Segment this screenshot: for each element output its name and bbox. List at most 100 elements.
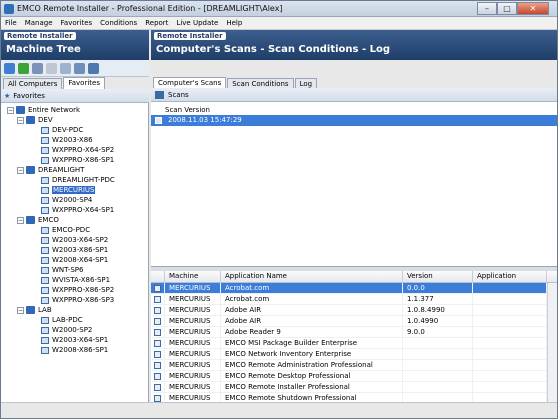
scan-row[interactable]: 2008.11.03 15:47:29 [151,115,557,126]
table-row[interactable]: MERCURIUS Adobe Reader 9 9.0.0 [151,327,557,338]
menu-help[interactable]: Help [222,19,246,27]
tree-item[interactable]: WXPPRO-X86-SP3 [41,295,114,305]
table-row[interactable]: MERCURIUS EMCO Remote Administration Prof… [151,360,557,371]
computer-icon [41,176,49,184]
machine-tree[interactable]: − Entire Network − DEV DEV-PDC W2003-X86 WXPPR… [1,103,149,402]
table-cell [473,316,547,327]
tree-item[interactable]: WXPPRO-X64-SP1 [41,205,114,215]
tree-group[interactable]: − DEV [17,115,53,125]
collapse-icon[interactable]: − [17,306,24,314]
column-application-comment[interactable]: Application Comment [473,271,547,291]
tree-node-label: W2008-X64-SP1 [52,256,109,264]
table-cell [403,382,473,393]
tree-item[interactable]: WXPPRO-X86-SP1 [41,155,114,165]
table-cell [473,294,547,305]
tree-item[interactable]: EMCO-PDC [41,225,90,235]
tree-item[interactable]: W2003-X64-SP1 [41,335,108,345]
tree-item[interactable]: W2003-X86-SP1 [41,245,108,255]
tree-root-entire-network[interactable]: − Entire Network [7,105,80,115]
tree-item[interactable]: DEV-PDC [41,125,83,135]
maximize-button[interactable]: □ [497,2,517,15]
tree-item[interactable]: WNT-SP6 [41,265,83,275]
app-window: EMCO Remote Installer - Professional Edi… [0,0,558,419]
import-icon[interactable] [60,62,71,74]
table-header: Machine Name Application Name Version Ap… [151,271,557,291]
menu-file[interactable]: File [1,19,21,27]
collapse-icon[interactable]: − [17,116,24,124]
tree-group[interactable]: − EMCO [17,215,59,225]
menu-live-update[interactable]: Live Update [172,19,222,27]
collapse-icon[interactable]: − [17,166,24,174]
app-icon [4,3,14,14]
add-icon[interactable] [4,62,15,74]
computer-icon [41,146,49,154]
tab-favorites[interactable]: Favorites [63,77,105,89]
tree-item[interactable]: DREAMLIGHT-PDC [41,175,115,185]
computer-icon [41,316,49,324]
table-row[interactable]: MERCURIUS Acrobat.com 0.0.0 [151,283,557,294]
menu-conditions[interactable]: Conditions [96,19,141,27]
scans-icon [155,90,164,99]
table-cell: MERCURIUS [165,338,221,349]
export-icon[interactable] [74,62,85,74]
tree-item[interactable]: W2008-X64-SP1 [41,255,108,265]
table-cell [403,349,473,360]
table-row[interactable]: MERCURIUS EMCO Network Inventory Enterpri… [151,349,557,360]
table-row[interactable]: MERCURIUS Adobe AIR 1.0.8.4990 [151,305,557,316]
tree-node-label: EMCO-PDC [52,226,91,234]
minimize-button[interactable]: – [477,2,497,15]
tree-item[interactable]: W2000-SP4 [41,195,92,205]
table-cell: MERCURIUS [165,316,221,327]
collapse-icon[interactable]: − [17,216,24,224]
star-icon: ★ [4,91,11,100]
table-cell [473,382,547,393]
collapse-icon[interactable]: − [7,106,14,114]
tree-item[interactable]: W2003-X86 [41,135,93,145]
table-row[interactable]: MERCURIUS EMCO Remote Desktop Professiona… [151,371,557,382]
computer-icon [41,246,49,254]
tree-group[interactable]: − LAB [17,305,52,315]
tab-all-computers[interactable]: All Computers [3,78,63,89]
column-machine-name[interactable]: Machine Name [165,271,221,291]
delete-icon[interactable] [46,62,57,74]
scans-label: Scans [168,90,189,99]
tree-item[interactable]: WVISTA-X86-SP1 [41,275,110,285]
table-row[interactable]: MERCURIUS EMCO Remote Installer Professio… [151,382,557,393]
app-icon [151,349,165,360]
tree-item[interactable]: WXPPRO-X86-SP2 [41,285,114,295]
computer-icon [41,156,49,164]
status-bar [1,402,557,418]
table-cell: 1.0.8.4990 [403,305,473,316]
tree-node-label: WVISTA-X86-SP1 [52,276,111,284]
save-icon[interactable] [88,62,99,74]
table-row[interactable]: MERCURIUS EMCO Remote Shutdown Profession… [151,393,557,402]
menu-favorites[interactable]: Favorites [57,19,97,27]
refresh-icon[interactable] [18,62,29,74]
row-checkbox[interactable] [155,117,162,124]
column-application-name[interactable]: Application Name [221,271,403,283]
tree-group[interactable]: − DREAMLIGHT [17,165,84,175]
tree-item[interactable]: MERCURIUS [41,185,96,195]
tree-item[interactable]: LAB-PDC [41,315,83,325]
table-row[interactable]: MERCURIUS Acrobat.com 1.1.377 [151,294,557,305]
properties-icon[interactable] [32,62,43,74]
menu-report[interactable]: Report [141,19,172,27]
tree-item[interactable]: W2008-X86-SP1 [41,345,108,355]
scan-version-header[interactable]: Scan Version [165,106,210,114]
tree-item[interactable]: W2000-SP2 [41,325,92,335]
tree-node-label: WNT-SP6 [52,266,84,274]
app-icon [151,371,165,382]
table-cell: MERCURIUS [165,360,221,371]
menu-bar: File Manage Favorites Conditions Report … [1,17,557,30]
tree-item[interactable]: WXPPRO-X64-SP2 [41,145,114,155]
tree-item[interactable]: W2003-X64-SP2 [41,235,108,245]
vertical-scrollbar[interactable] [547,283,557,402]
brand-logo: Remote Installer [154,32,226,40]
tree-node-label: WXPPRO-X86-SP2 [52,286,115,294]
table-row[interactable]: MERCURIUS EMCO MSI Package Builder Enterp… [151,338,557,349]
table-cell: EMCO Remote Administration Professional [221,360,403,371]
table-row[interactable]: MERCURIUS Adobe AIR 1.0.4990 [151,316,557,327]
close-button[interactable]: ✕ [517,2,549,15]
menu-manage[interactable]: Manage [21,19,57,27]
column-version[interactable]: Version [403,271,473,283]
